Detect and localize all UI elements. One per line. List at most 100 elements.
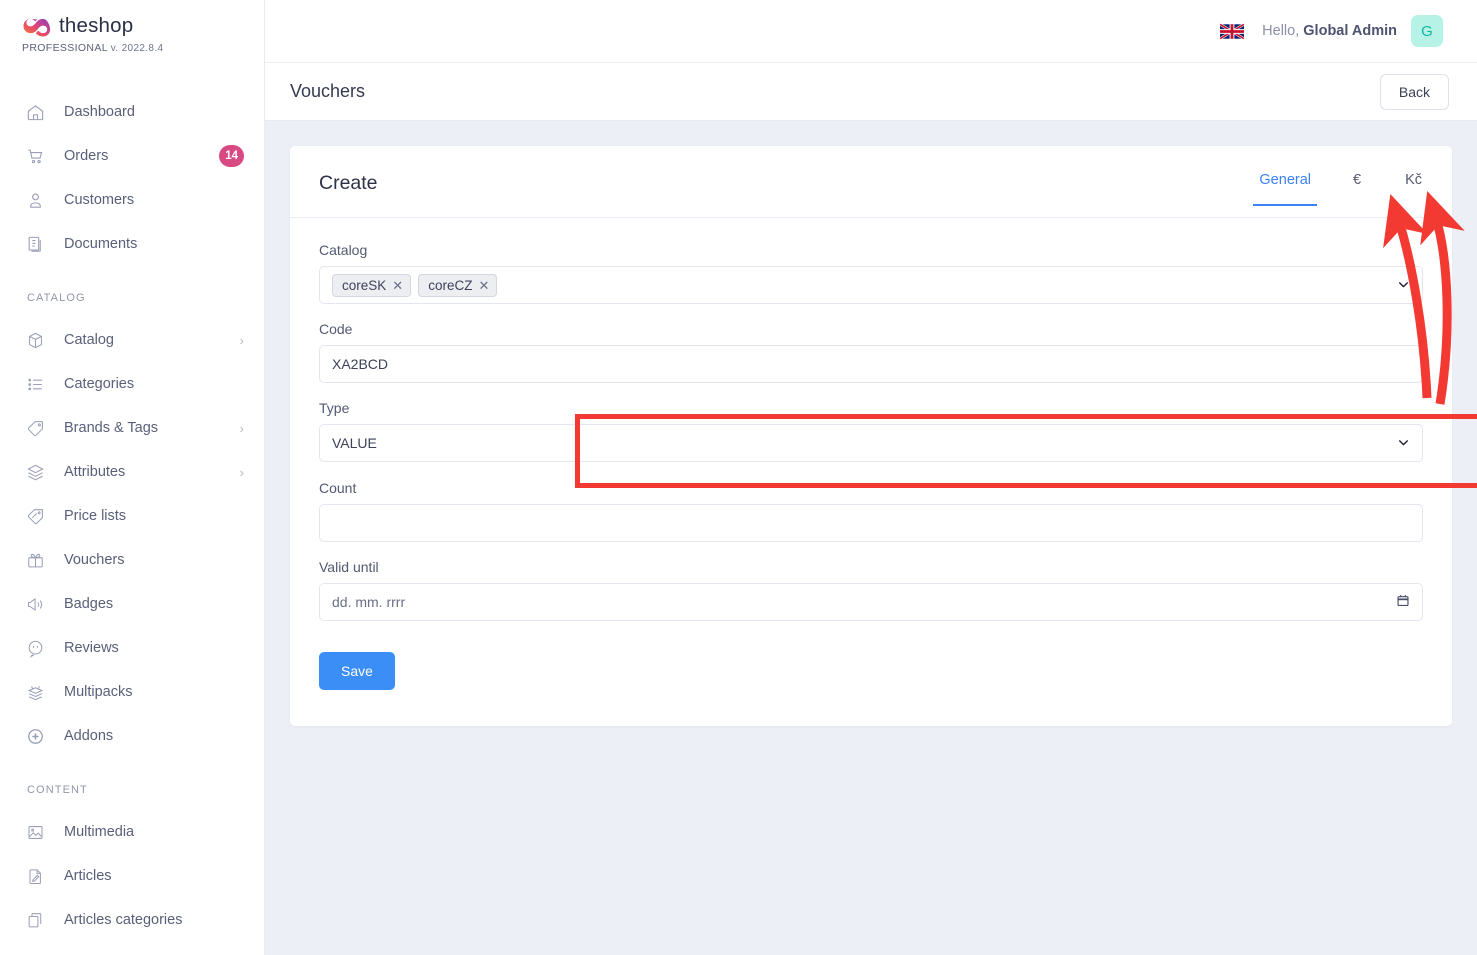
field-code: Code	[319, 321, 1424, 383]
sidebar-group-catalog-label: CATALOG	[27, 292, 86, 304]
chevron-right-icon: ›	[239, 464, 244, 480]
tab-currency-czk[interactable]: Kč	[1403, 172, 1424, 206]
field-catalog: Catalog coreSK ✕ coreCZ ✕	[319, 242, 1424, 304]
brand-edition-version: PROFESSIONAL v. 2022.8.4	[22, 42, 264, 54]
sidebar-item-multipacks[interactable]: Multipacks	[0, 670, 264, 714]
image-icon	[24, 821, 46, 843]
close-icon[interactable]: ✕	[478, 279, 489, 292]
brand-logo[interactable]: theshop PROFESSIONAL v. 2022.8.4	[0, 0, 264, 54]
box-icon	[24, 329, 46, 351]
user-icon	[24, 189, 46, 211]
count-label: Count	[319, 480, 357, 496]
field-type: Type VALUE	[319, 400, 1424, 462]
avatar[interactable]: G	[1411, 15, 1443, 47]
sidebar-item-dashboard[interactable]: Dashboard	[0, 90, 264, 134]
sidebar-item-reviews[interactable]: Reviews	[0, 626, 264, 670]
sidebar: theshop PROFESSIONAL v. 2022.8.4 Dashboa…	[0, 0, 265, 955]
sidebar-item-label: Dashboard	[64, 104, 135, 120]
plus-circle-icon	[24, 725, 46, 747]
sidebar-item-label: Vouchers	[64, 552, 125, 568]
count-input-wrap[interactable]	[319, 504, 1423, 542]
sidebar-item-label: Documents	[64, 236, 138, 252]
sidebar-item-documents[interactable]: Documents	[0, 222, 264, 266]
documents-icon	[24, 233, 46, 255]
content-area: Create General € Kč Catalog coreSK ✕ cor…	[265, 121, 1477, 726]
cart-icon	[24, 145, 46, 167]
comment-icon	[24, 637, 46, 659]
megaphone-icon	[24, 593, 46, 615]
catalog-tag-list: coreSK ✕ coreCZ ✕	[332, 273, 498, 297]
article-icon	[24, 865, 46, 887]
calendar-icon[interactable]	[1396, 593, 1410, 611]
tab-currency-eur[interactable]: €	[1351, 172, 1363, 206]
voucher-form: Catalog coreSK ✕ coreCZ ✕ Code XA2BCD Ty…	[290, 218, 1452, 726]
catalog-tag[interactable]: coreCZ ✕	[418, 273, 498, 297]
sidebar-item-label: Customers	[64, 192, 135, 208]
type-label: Type	[319, 400, 350, 416]
top-bar: Hello, Global Admin G	[265, 0, 1477, 63]
sidebar-item-price-lists[interactable]: Price lists	[0, 494, 264, 538]
main-area: Hello, Global Admin G Vouchers Back Crea…	[265, 0, 1477, 955]
catalog-tag[interactable]: coreSK ✕	[332, 273, 412, 297]
sidebar-item-label: Brands & Tags	[64, 420, 159, 436]
gift-icon	[24, 549, 46, 571]
sidebar-item-label: Price lists	[64, 508, 127, 524]
valid-until-input[interactable]	[332, 594, 1396, 610]
card-title: Create	[319, 172, 378, 194]
sidebar-item-customers[interactable]: Customers	[0, 178, 264, 222]
sidebar-item-label: Articles	[64, 868, 112, 884]
sidebar-item-badges[interactable]: Badges	[0, 582, 264, 626]
sidebar-item-catalog[interactable]: Catalog ›	[0, 318, 264, 362]
valid-until-label: Valid until	[319, 559, 379, 575]
sidebar-item-label: Reviews	[64, 640, 119, 656]
chevron-down-icon[interactable]	[1397, 278, 1410, 293]
sidebar-item-articles[interactable]: Articles	[0, 854, 264, 898]
home-icon	[24, 101, 46, 123]
chevron-right-icon: ›	[239, 332, 244, 348]
page-title: Vouchers	[290, 81, 366, 101]
type-selected-value: VALUE	[332, 435, 377, 451]
catalog-label: Catalog	[319, 242, 368, 258]
catalog-tag-label: coreSK	[342, 277, 387, 293]
uk-flag-icon[interactable]	[1220, 22, 1245, 40]
card-tabs: General € Kč	[1253, 172, 1424, 206]
sidebar-item-label: Catalog	[64, 332, 114, 348]
tab-general[interactable]: General	[1253, 172, 1317, 206]
sidebar-item-label: Attributes	[64, 464, 126, 480]
orders-badge: 14	[219, 145, 244, 167]
brand-version: v. 2022.8.4	[110, 43, 164, 54]
card-header: Create General € Kč	[290, 146, 1452, 218]
sidebar-item-orders[interactable]: Orders 14	[0, 134, 264, 178]
sidebar-item-attributes[interactable]: Attributes ›	[0, 450, 264, 494]
sidebar-item-brands-tags[interactable]: Brands & Tags ›	[0, 406, 264, 450]
sidebar-item-articles-categories[interactable]: Articles categories	[0, 898, 264, 942]
catalog-multiselect[interactable]: coreSK ✕ coreCZ ✕	[319, 266, 1423, 304]
price-tag-icon	[24, 505, 46, 527]
code-input-wrap[interactable]	[319, 345, 1423, 383]
catalog-tag-label: coreCZ	[428, 277, 473, 293]
sidebar-item-vouchers[interactable]: Vouchers	[0, 538, 264, 582]
save-button[interactable]: Save	[319, 652, 395, 690]
chevron-right-icon: ›	[239, 420, 244, 436]
close-icon[interactable]: ✕	[392, 279, 403, 292]
page-bar: Vouchers Back	[265, 63, 1477, 121]
count-input[interactable]	[332, 515, 1410, 531]
sidebar-item-addons[interactable]: Addons	[0, 714, 264, 758]
sidebar-item-label: Orders	[64, 148, 109, 164]
brand-name: theshop	[59, 14, 134, 37]
valid-until-input-wrap[interactable]	[319, 583, 1423, 621]
tag-icon	[24, 417, 46, 439]
create-voucher-card: Create General € Kč Catalog coreSK ✕ cor…	[290, 146, 1452, 726]
chevron-down-icon[interactable]	[1397, 436, 1410, 451]
brand-edition: PROFESSIONAL	[22, 42, 108, 54]
sidebar-item-categories[interactable]: Categories	[0, 362, 264, 406]
user-name: Global Admin	[1303, 23, 1397, 39]
back-button[interactable]: Back	[1379, 73, 1449, 110]
sidebar-item-label: Multimedia	[64, 824, 135, 840]
type-select[interactable]: VALUE	[319, 424, 1423, 462]
sidebar-item-multimedia[interactable]: Multimedia	[0, 810, 264, 854]
sidebar-item-label: Multipacks	[64, 684, 133, 700]
code-input[interactable]	[332, 356, 1410, 372]
multipack-icon	[24, 681, 46, 703]
sidebar-item-label: Addons	[64, 728, 114, 744]
